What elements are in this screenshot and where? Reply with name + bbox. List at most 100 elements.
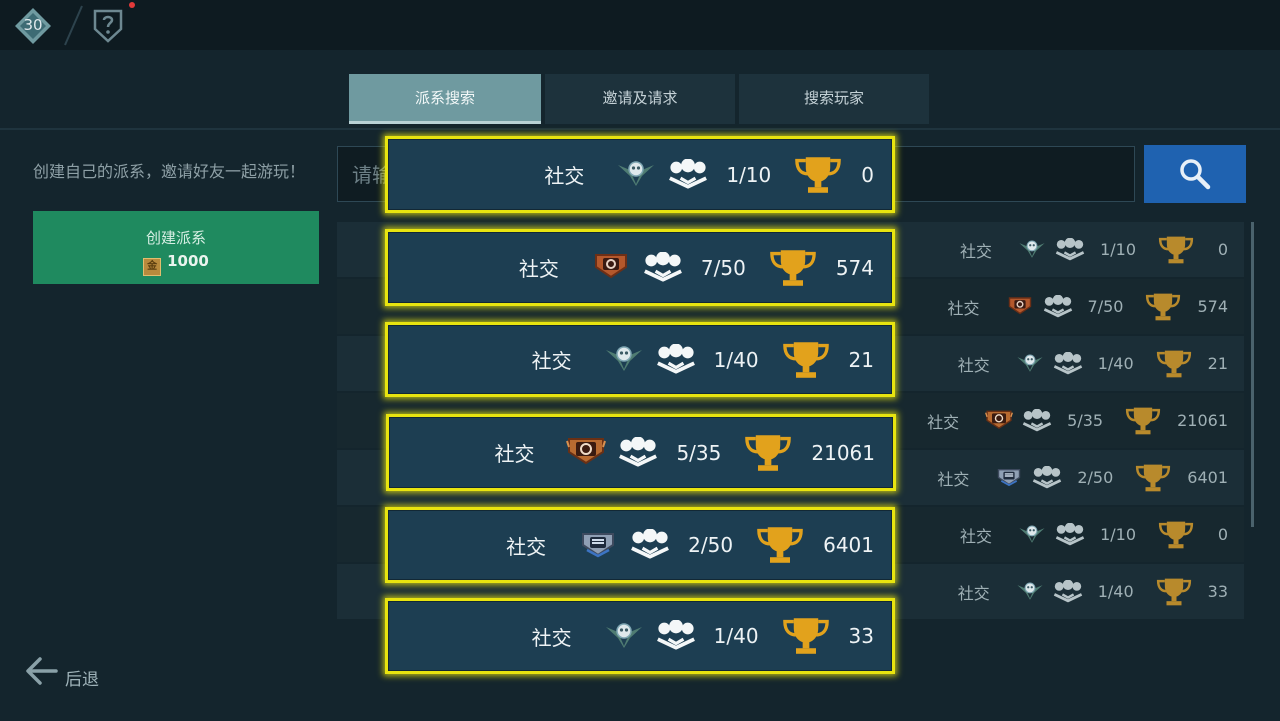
faction-row-content: 社交 1/40 21 [958,336,1228,391]
faction-row-content: 社交 1/40 33 [958,564,1228,619]
trophy-icon [1133,463,1173,493]
faction-emblem-icon [578,528,618,558]
divider-slash [64,5,83,46]
trophy-icon [1123,406,1163,436]
highlighted-faction-card[interactable]: 社交 7/50 574 [385,229,895,306]
trophy-icon [755,525,805,565]
faction-name: 社交 [960,241,993,261]
member-count: 1/10 [1100,525,1136,544]
trophy-count: 33 [1207,582,1228,601]
create-faction-description: 创建自己的派系，邀请好友一起游玩！ [33,162,306,181]
list-scrollbar[interactable] [1251,222,1254,527]
faction-emblem [1018,237,1046,263]
faction-name: 社交 [494,442,535,466]
faction-emblem-icon [1018,237,1046,259]
faction-emblem [1018,522,1046,548]
top-bar: 30 [0,0,1280,50]
tab-invites-requests[interactable]: 邀请及请求 [545,74,735,124]
trophy-count: 21 [848,347,874,372]
faction-emblem [591,250,631,285]
trophy-icon [1154,349,1194,379]
faction-emblem [985,408,1013,434]
faction-name: 社交 [544,164,585,188]
member-count: 5/35 [1067,411,1104,430]
members-icon [616,437,660,469]
members-icon [1052,352,1084,376]
member-count: 1/40 [713,624,759,648]
back-button[interactable]: 后退 [24,655,114,691]
member-count: 2/50 [688,533,734,557]
trophy-icon [1154,577,1194,607]
create-faction-button[interactable]: 创建派系 金 1000 [33,211,319,284]
faction-emblem-icon [604,342,644,372]
member-count: 1/10 [1100,240,1136,259]
members-icon [1021,409,1053,433]
member-count: 2/50 [1077,468,1114,487]
search-icon [1180,159,1211,190]
faction-row-content: 社交 2/50 6401 [937,450,1228,505]
member-count: 7/50 [700,255,746,280]
tab-faction-search[interactable]: 派系搜索 [349,74,541,124]
trophy-icon [743,433,793,473]
members-icon [628,529,672,561]
faction-emblem-icon [591,250,631,280]
member-count: 1/10 [726,162,772,187]
faction-emblem [578,528,618,563]
faction-emblem-icon [604,619,644,649]
faction-name: 社交 [957,583,990,603]
faction-emblem [604,342,644,377]
member-count: 1/40 [1097,354,1134,373]
highlighted-faction-card[interactable]: 社交 1/40 33 [385,598,895,674]
members-icon [654,344,698,376]
gold-coin-icon: 金 [143,258,162,276]
back-arrow-icon [26,657,58,685]
highlighted-faction-card[interactable]: 社交 5/35 21061 [386,414,896,491]
faction-name: 社交 [947,298,980,318]
trophy-icon [1156,235,1196,265]
search-button[interactable] [1144,145,1246,203]
faction-emblem [616,157,656,192]
faction-emblem-icon [616,157,656,187]
cost-value: 1000 [167,252,209,270]
trophy-count: 574 [835,255,874,280]
trophy-icon [781,616,831,656]
trophy-count: 21 [1207,354,1228,373]
member-count: 7/50 [1087,297,1124,316]
player-level-badge[interactable]: 30 [14,7,52,45]
trophy-count: 21061 [811,440,875,465]
trophy-count: 0 [1217,240,1228,259]
faction-name: 社交 [937,469,970,489]
faction-row-content: 社交 5/35 21061 [927,393,1228,448]
faction-name: 社交 [531,625,572,650]
members-icon [1052,580,1084,604]
members-icon [654,620,698,652]
faction-row-content: 社交 1/10 0 [960,507,1228,562]
highlighted-faction-card[interactable]: 社交 1/10 0 [385,136,895,213]
help-button[interactable] [92,2,135,44]
trophy-icon [793,155,843,195]
faction-emblem [1016,351,1044,377]
members-icon [1054,238,1086,262]
members-icon [641,252,685,284]
faction-emblem [1006,294,1034,320]
trophy-count: 21061 [1177,411,1228,430]
faction-row-content: 社交 1/10 0 [960,222,1228,277]
faction-name: 社交 [957,355,990,375]
members-icon [1031,466,1063,490]
members-icon [1054,523,1086,547]
tab-search-players[interactable]: 搜索玩家 [739,74,929,124]
highlighted-faction-card[interactable]: 社交 2/50 6401 [385,507,895,583]
faction-emblem-icon [566,435,606,465]
faction-emblem-icon [1018,522,1046,544]
trophy-icon [1143,292,1183,322]
back-label: 后退 [65,670,99,690]
faction-name: 社交 [960,526,993,546]
create-faction-label: 创建派系 [145,229,206,247]
faction-emblem [995,465,1023,491]
trophy-icon [1156,520,1196,550]
faction-row-content: 社交 7/50 574 [947,279,1228,334]
faction-emblem-icon [1016,579,1044,601]
highlighted-faction-card[interactable]: 社交 1/40 21 [385,322,895,397]
faction-emblem [604,619,644,654]
member-count: 1/40 [1097,582,1134,601]
